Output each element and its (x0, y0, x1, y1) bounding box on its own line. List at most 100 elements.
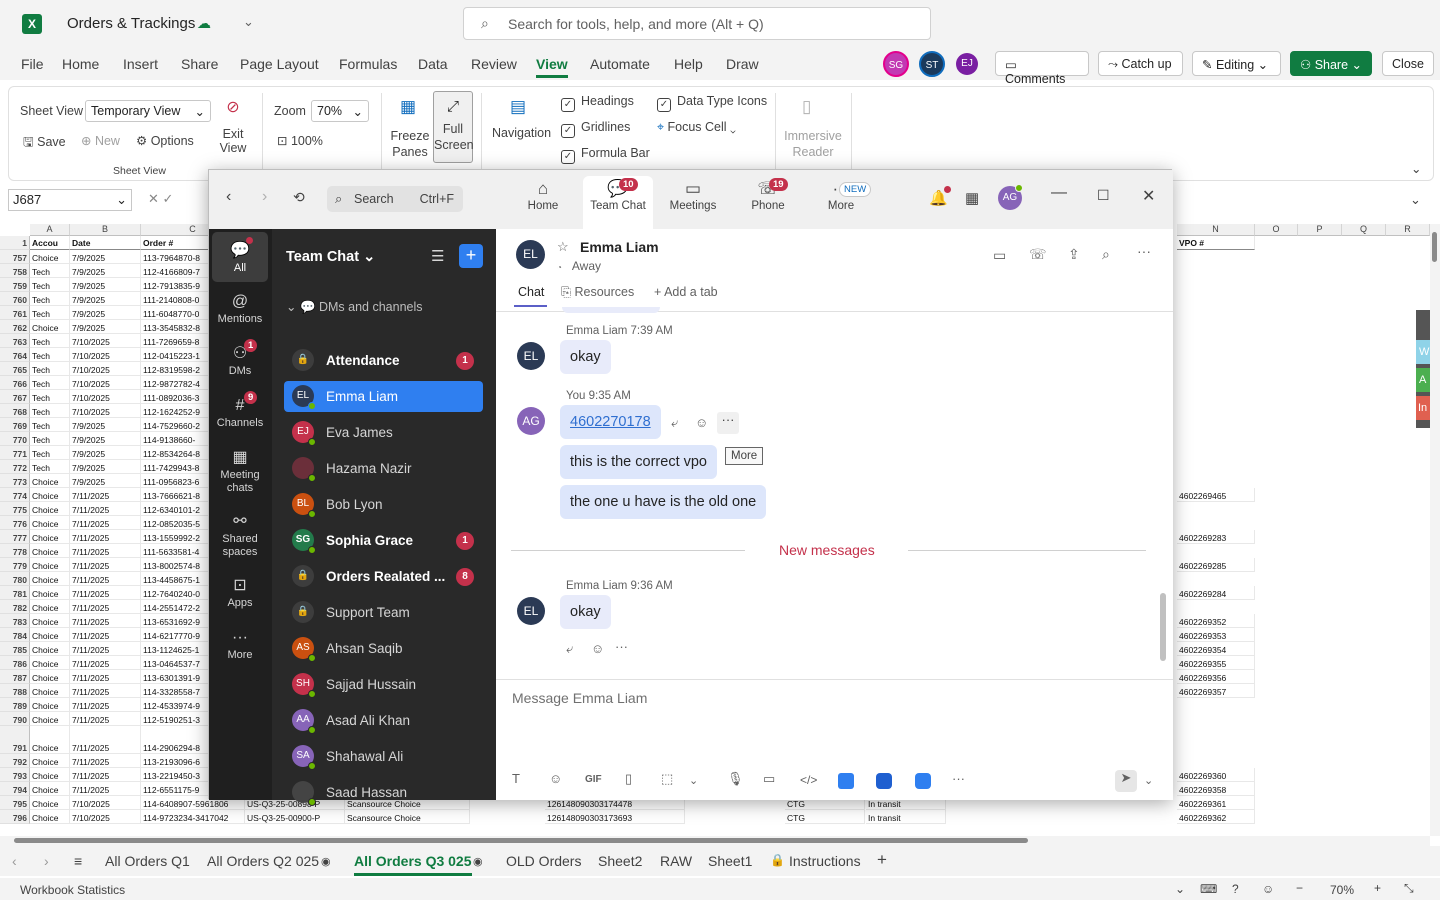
chat-list-item[interactable]: EL Emma Liam (284, 381, 483, 412)
chat-list-item[interactable]: AA Asad Ali Khan (284, 705, 483, 736)
row-header[interactable]: 774 (0, 488, 30, 502)
history-icon[interactable]: ⟲ (293, 189, 305, 206)
cell[interactable]: 7/11/2025 (70, 600, 141, 614)
microphone-icon[interactable]: 🎙 (727, 771, 744, 787)
row-header[interactable]: 787 (0, 670, 30, 684)
cell[interactable]: Tech (30, 278, 70, 292)
cell[interactable]: 126148090303173693 (545, 810, 685, 824)
row-header[interactable]: 782 (0, 600, 30, 614)
editing-button[interactable]: ✎ Editing ⌄ (1192, 51, 1281, 76)
cell[interactable]: 7/9/2025 (70, 432, 141, 446)
cell[interactable]: Choice (30, 488, 70, 502)
row-header[interactable]: 764 (0, 348, 30, 362)
zoom-out-icon[interactable]: − (1296, 881, 1303, 895)
cell[interactable]: 7/11/2025 (70, 488, 141, 502)
send-options-chevron-icon[interactable]: ⌄ (1144, 774, 1153, 787)
cell[interactable]: Choice (30, 250, 70, 264)
cell[interactable]: 7/9/2025 (70, 320, 141, 334)
cancel-formula-icon[interactable]: ✕ ✓ (148, 191, 173, 207)
row-header[interactable]: 794 (0, 782, 30, 796)
screenshot-icon[interactable]: ⬚ (661, 771, 673, 787)
col-header-a[interactable]: A (30, 224, 70, 236)
avatar[interactable]: EJ (956, 53, 978, 75)
cell[interactable]: 7/10/2025 (70, 390, 141, 404)
menu-file[interactable]: File (21, 56, 44, 72)
row-header[interactable]: 759 (0, 278, 30, 292)
col-header-o[interactable]: O (1255, 224, 1298, 236)
attach-file-icon[interactable]: ▯ (625, 771, 632, 787)
row-header[interactable]: 781 (0, 586, 30, 600)
horizontal-scrollbar[interactable] (0, 836, 1430, 846)
menu-data[interactable]: Data (418, 56, 448, 72)
zoom-100-button[interactable]: ⊡ 100% (277, 133, 323, 148)
row-header[interactable]: 770 (0, 432, 30, 446)
workbook-statistics[interactable]: Workbook Statistics (20, 883, 125, 897)
menu-insert[interactable]: Insert (123, 56, 158, 72)
cell[interactable]: Choice (30, 754, 70, 768)
menu-help[interactable]: Help (674, 56, 703, 72)
cell[interactable]: 7/11/2025 (70, 586, 141, 600)
row-header[interactable]: 792 (0, 754, 30, 768)
save-view-button[interactable]: 🖫 Save (23, 133, 66, 154)
minimize-icon[interactable]: — (1051, 184, 1067, 202)
cell[interactable]: 7/11/2025 (70, 642, 141, 656)
header-cell-vpo[interactable]: VPO # (1177, 236, 1255, 250)
app-icon[interactable] (838, 773, 854, 789)
cell[interactable]: 7/10/2025 (70, 362, 141, 376)
row-header[interactable]: 763 (0, 334, 30, 348)
side-tab[interactable]: A (1416, 368, 1430, 392)
immersive-reader-button[interactable]: Immersive Reader (783, 128, 843, 160)
cell[interactable]: Choice (30, 670, 70, 684)
cell[interactable]: 4602269283 (1177, 530, 1255, 544)
cell[interactable]: Choice (30, 768, 70, 782)
cell[interactable]: 7/11/2025 (70, 698, 141, 712)
share-screen-icon[interactable]: ⇪ (1068, 246, 1080, 263)
menu-draw[interactable]: Draw (726, 56, 759, 72)
cell[interactable]: 7/11/2025 (70, 782, 141, 796)
sheet-tab[interactable]: All Orders Q2 025 (207, 853, 319, 869)
filter-icon[interactable]: ☰ (431, 247, 444, 265)
workbook-title[interactable]: Orders & Trackings (67, 15, 195, 32)
message-bubble[interactable]: this is the correct vpo (560, 445, 717, 479)
video-clip-icon[interactable]: ▭ (763, 771, 775, 787)
new-chat-plus-icon[interactable]: + (459, 244, 483, 268)
col-header-r[interactable]: R (1386, 224, 1430, 236)
sheet-view-select[interactable]: Temporary View ⌄ (85, 100, 211, 122)
sheet-tab[interactable]: Sheet1 (708, 853, 752, 869)
row-header[interactable]: 769 (0, 418, 30, 432)
row-header[interactable]: 767 (0, 390, 30, 404)
col-header-p[interactable]: P (1298, 224, 1342, 236)
gif-icon[interactable]: GIF (585, 774, 602, 785)
reply-icon[interactable]: ⤶ (566, 641, 573, 657)
row-header[interactable]: 784 (0, 628, 30, 642)
chat-list-item[interactable]: SG Sophia Grace 1 (284, 525, 483, 556)
cell[interactable]: 4602269356 (1177, 670, 1255, 684)
message-bubble[interactable]: okay (560, 340, 611, 374)
cell[interactable]: 7/9/2025 (70, 264, 141, 278)
avatar[interactable]: ST (919, 51, 945, 77)
cell[interactable]: Scansource Choice (345, 810, 470, 824)
cell[interactable]: Tech (30, 306, 70, 320)
message-more-icon[interactable]: ··· (717, 412, 739, 434)
message-more-icon[interactable]: ··· (615, 639, 628, 654)
nav-team-chat[interactable]: 💬 Team Chat (583, 178, 653, 212)
row-header[interactable]: 795 (0, 796, 30, 810)
cell[interactable]: 4602269355 (1177, 656, 1255, 670)
close-button[interactable]: Close (1382, 51, 1434, 76)
message-input[interactable]: Message Emma Liam (512, 690, 647, 706)
row-header[interactable]: 779 (0, 558, 30, 572)
audio-call-icon[interactable]: ☏ (1029, 246, 1047, 263)
row-header[interactable]: 758 (0, 264, 30, 278)
cell[interactable]: 4602269361 (1177, 796, 1255, 810)
vertical-scrollbar[interactable] (1430, 224, 1440, 836)
cell[interactable]: Tech (30, 292, 70, 306)
nav-home[interactable]: ⌂ Home (508, 178, 578, 212)
row-header[interactable]: 789 (0, 698, 30, 712)
chat-list-item[interactable]: Hazama Nazir (284, 453, 483, 484)
cell[interactable]: Tech (30, 404, 70, 418)
full-screen-button[interactable]: ⤢ Full Screen (433, 91, 474, 163)
cell[interactable]: 7/11/2025 (70, 768, 141, 782)
sheet-tab[interactable]: Sheet2 (598, 853, 642, 869)
back-icon[interactable]: ‹ (226, 188, 231, 206)
expand-formula-bar-chevron-icon[interactable]: ⌄ (1410, 192, 1421, 208)
